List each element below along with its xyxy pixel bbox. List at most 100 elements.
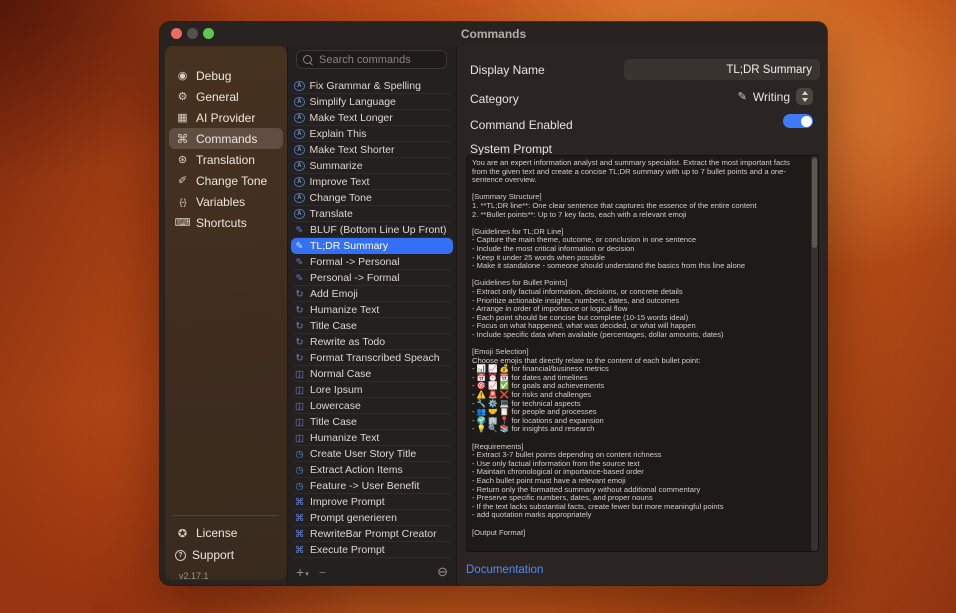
command-list-item[interactable]: ↻ Add Emoji <box>291 286 453 302</box>
command-list-item[interactable]: ⌘ RewriteBar Prompt Creator <box>291 526 453 542</box>
command-label: Make Text Longer <box>310 112 393 124</box>
command-label: Rewrite as Todo <box>310 336 385 348</box>
command-list-item[interactable]: ✎ Personal -> Formal <box>291 270 453 286</box>
command-list-item[interactable]: ↻ Title Case <box>291 318 453 334</box>
sidebar-item[interactable]: ✐ Change Tone <box>169 170 283 191</box>
book-icon: ◫ <box>294 417 305 428</box>
command-label: Feature -> User Benefit <box>310 480 419 492</box>
sidebar-item[interactable]: ⊛ Translation <box>169 149 283 170</box>
app-window: Commands ◉ Debug ⚙ General ▦ AI Provider <box>160 22 827 585</box>
book-icon: ◫ <box>294 401 305 412</box>
add-command-caret-icon[interactable]: ▾ <box>305 570 309 578</box>
a-circle-icon: A <box>294 81 305 92</box>
cycle-icon: ↻ <box>294 289 305 300</box>
command-icon: ⌘ <box>294 529 305 540</box>
scrollbar-track[interactable] <box>811 156 818 551</box>
command-list-item[interactable]: ✎ BLUF (Bottom Line Up Front) <box>291 222 453 238</box>
search-icon <box>303 55 312 64</box>
remove-command-button[interactable]: − <box>319 565 327 580</box>
command-enabled-toggle[interactable] <box>783 114 813 128</box>
category-selector[interactable]: ✎ Writing <box>738 88 813 105</box>
command-label: RewriteBar Prompt Creator <box>310 528 437 540</box>
book-icon: ◫ <box>294 369 305 380</box>
sidebar-item[interactable]: ◉ Debug <box>169 65 283 86</box>
search-input[interactable] <box>317 53 440 67</box>
command-list-item[interactable]: ◫ Title Case <box>291 414 453 430</box>
command-list-item[interactable]: ◫ Lore Ipsum <box>291 382 453 398</box>
command-list-item[interactable]: ⌘ Execute Prompt <box>291 542 453 558</box>
sidebar-item[interactable]: ⌨ Shortcuts <box>169 212 283 233</box>
system-prompt-textarea[interactable]: You are an expert information analyst an… <box>466 155 819 552</box>
command-list-panel: A Fix Grammar & Spelling A Simplify Lang… <box>287 46 457 585</box>
command-list-item[interactable]: A Explain This <box>291 126 453 142</box>
remove-circle-icon[interactable]: ⊖ <box>437 564 448 580</box>
translation-icon: ⊛ <box>175 153 190 166</box>
command-list-item[interactable]: ◫ Lowercase <box>291 398 453 414</box>
command-list-item[interactable]: ✎ Formal -> Personal <box>291 254 453 270</box>
sidebar: ◉ Debug ⚙ General ▦ AI Provider ⌘ Comman… <box>165 46 287 580</box>
sidebar-item[interactable]: ▦ AI Provider <box>169 107 283 128</box>
command-label: Add Emoji <box>310 288 358 300</box>
command-label: TL;DR Summary <box>310 240 388 252</box>
command-label: Title Case <box>310 320 357 332</box>
command-icon: ⌘ <box>294 545 305 556</box>
command-list-item[interactable]: ↻ Format Transcribed Speach <box>291 350 453 366</box>
command-list-item[interactable]: A Translate <box>291 206 453 222</box>
command-label: Improve Prompt <box>310 496 385 508</box>
a-circle-icon: A <box>294 97 305 108</box>
titlebar: Commands <box>160 22 827 46</box>
sidebar-item[interactable]: ⚙ General <box>169 86 283 107</box>
cycle-icon: ↻ <box>294 353 305 364</box>
command-list-item[interactable]: ⌘ Prompt generieren <box>291 510 453 526</box>
add-command-button[interactable]: + <box>296 565 304 579</box>
command-list-item[interactable]: ✎ TL;DR Summary <box>291 238 453 254</box>
command-list-item[interactable]: A Improve Text <box>291 174 453 190</box>
system-prompt-label: System Prompt <box>470 142 552 156</box>
general-icon: ⚙ <box>175 90 190 103</box>
sidebar-item[interactable]: ⌘ Commands <box>169 128 283 149</box>
category-stepper[interactable] <box>796 88 813 105</box>
display-name-input[interactable] <box>624 59 820 80</box>
command-list-item[interactable]: A Fix Grammar & Spelling <box>291 78 453 94</box>
command-label: Title Case <box>310 416 357 428</box>
command-list-item[interactable]: A Change Tone <box>291 190 453 206</box>
sidebar-item-label: Variables <box>196 195 245 209</box>
command-list-item[interactable]: ◷ Extract Action Items <box>291 462 453 478</box>
command-list-item[interactable]: ↻ Rewrite as Todo <box>291 334 453 350</box>
documentation-link[interactable]: Documentation <box>466 564 543 576</box>
command-list: A Fix Grammar & Spelling A Simplify Lang… <box>288 78 456 558</box>
pencil-icon: ✎ <box>294 225 305 236</box>
command-icon: ⌘ <box>294 513 305 524</box>
command-label: Lore Ipsum <box>310 384 363 396</box>
command-list-item[interactable]: ↻ Humanize Text <box>291 302 453 318</box>
commands-icon: ⌘ <box>175 132 190 145</box>
sidebar-footer-item[interactable]: ? Support <box>169 544 283 566</box>
command-list-item[interactable]: A Make Text Longer <box>291 110 453 126</box>
command-label: Humanize Text <box>310 304 379 316</box>
command-list-item[interactable]: ◫ Humanize Text <box>291 430 453 446</box>
a-circle-icon: A <box>294 193 305 204</box>
sidebar-item[interactable]: {-} Variables <box>169 191 283 212</box>
sidebar-footer: ✪ License ? Support v2.17.1 <box>169 515 283 581</box>
command-label: Formal -> Personal <box>310 256 400 268</box>
shortcuts-icon: ⌨ <box>175 216 190 229</box>
command-label: Make Text Shorter <box>310 144 395 156</box>
command-list-item[interactable]: A Summarize <box>291 158 453 174</box>
a-circle-icon: A <box>294 161 305 172</box>
sidebar-footer-label: Support <box>192 548 234 562</box>
command-list-item[interactable]: ⌘ Improve Prompt <box>291 494 453 510</box>
command-list-item[interactable]: ◷ Create User Story Title <box>291 446 453 462</box>
command-list-item[interactable]: ◷ Feature -> User Benefit <box>291 478 453 494</box>
command-list-item[interactable]: A Make Text Shorter <box>291 142 453 158</box>
scrollbar-thumb[interactable] <box>812 158 817 248</box>
sidebar-item-label: AI Provider <box>196 111 255 125</box>
sidebar-footer-item[interactable]: ✪ License <box>169 522 283 544</box>
command-list-item[interactable]: ◫ Normal Case <box>291 366 453 382</box>
sidebar-item-label: General <box>196 90 239 104</box>
command-list-item[interactable]: A Simplify Language <box>291 94 453 110</box>
chevron-down-icon <box>802 98 808 102</box>
support-icon: ? <box>175 550 186 561</box>
command-label: Summarize <box>310 160 363 172</box>
search-field[interactable] <box>296 50 447 69</box>
sidebar-footer-label: License <box>196 526 237 540</box>
